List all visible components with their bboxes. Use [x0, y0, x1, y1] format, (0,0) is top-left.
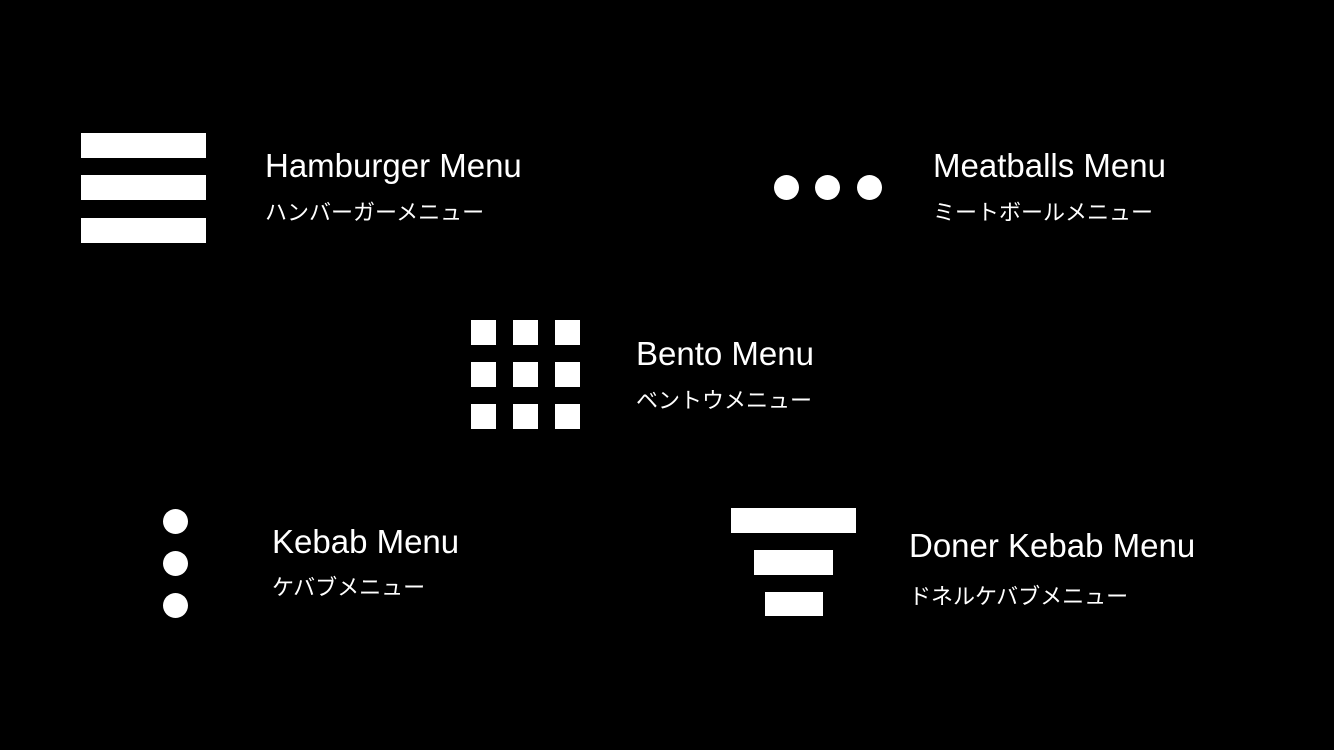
bento-title: Bento Menu — [636, 335, 814, 372]
doner-kebab-title: Doner Kebab Menu — [909, 527, 1196, 564]
kebab-title: Kebab Menu — [272, 523, 460, 560]
kebab-subtitle: ケバブメニュー — [272, 575, 426, 600]
hamburger-subtitle: ハンバーガーメニュー — [265, 200, 485, 225]
meatballs-title: Meatballs Menu — [933, 147, 1166, 184]
doner-kebab-subtitle: ドネルケバブメニュー — [909, 584, 1129, 609]
bento-subtitle: ベントウメニュー — [636, 388, 813, 413]
hamburger-title: Hamburger Menu — [265, 147, 522, 184]
meatballs-subtitle: ミートボールメニュー — [933, 200, 1154, 225]
